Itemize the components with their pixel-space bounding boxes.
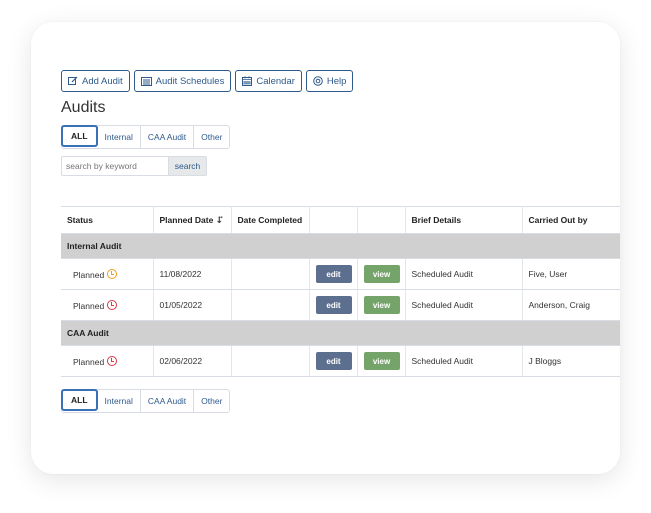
view-button[interactable]: view xyxy=(363,352,400,370)
view-cell: view xyxy=(357,258,406,290)
planned-date-cell: 01/05/2022 xyxy=(153,289,232,321)
carried-out-by-cell: Five, User xyxy=(522,258,620,290)
view-cell: view xyxy=(357,289,406,321)
planned-date-cell: 02/06/2022 xyxy=(153,345,232,377)
status-cell: Planned xyxy=(61,258,154,290)
add-audit-button[interactable]: Add Audit xyxy=(61,70,130,92)
help-label: Help xyxy=(326,75,347,87)
status-cell: Planned xyxy=(61,345,154,377)
date-completed-cell xyxy=(231,258,310,290)
search-button[interactable]: search xyxy=(168,156,207,176)
header-planned-date[interactable]: Planned Date ↓⃗ xyxy=(153,206,232,234)
help-icon xyxy=(313,76,323,86)
filter-tabs-bottom: ALL Internal CAA Audit Other xyxy=(61,389,231,413)
view-button[interactable]: view xyxy=(363,265,400,283)
clock-icon xyxy=(107,355,118,366)
date-completed-cell xyxy=(231,345,310,377)
search-input[interactable] xyxy=(61,156,168,176)
search-bar: search xyxy=(61,156,207,176)
header-brief-details[interactable]: Brief Details xyxy=(405,206,523,234)
details-cell: Scheduled Audit xyxy=(405,258,523,290)
page-title: Audits xyxy=(61,99,106,116)
filter-tabs-top: ALL Internal CAA Audit Other xyxy=(61,125,231,149)
audits-table: Status Planned Date ↓⃗ Date Completed Bri… xyxy=(61,206,620,377)
edit-button[interactable]: edit xyxy=(315,265,352,283)
details-cell: Scheduled Audit xyxy=(405,289,523,321)
calendar-button[interactable]: Calendar xyxy=(235,70,302,92)
filter-all[interactable]: ALL xyxy=(61,125,98,147)
header-planned-date-label: Planned Date xyxy=(159,214,214,225)
header-edit xyxy=(309,206,358,234)
group-row: Internal Audit xyxy=(61,233,620,259)
edit-icon xyxy=(68,76,78,86)
table-row: Planned 02/06/2022 edit view Scheduled A… xyxy=(61,345,620,377)
calendar-label: Calendar xyxy=(256,75,295,87)
planned-date-cell: 11/08/2022 xyxy=(153,258,232,290)
date-completed-cell xyxy=(231,289,310,321)
filter-other[interactable]: Other xyxy=(194,390,229,412)
carried-out-by-cell: Anderson, Craig xyxy=(522,289,620,321)
status-text: Planned xyxy=(73,269,105,280)
add-audit-label: Add Audit xyxy=(82,75,123,87)
help-button[interactable]: Help xyxy=(305,70,354,92)
view-button[interactable]: view xyxy=(363,296,400,314)
details-cell: Scheduled Audit xyxy=(405,345,523,377)
edit-button[interactable]: edit xyxy=(315,352,352,370)
group-label: Internal Audit xyxy=(61,233,620,259)
table-row: Planned 11/08/2022 edit view Scheduled A… xyxy=(61,258,620,290)
audits-card: Add Audit Audit Schedules Calendar Help … xyxy=(31,22,620,474)
filter-other[interactable]: Other xyxy=(194,126,229,148)
header-status[interactable]: Status xyxy=(61,206,154,234)
clock-icon xyxy=(107,268,118,279)
filter-caa-audit[interactable]: CAA Audit xyxy=(141,390,195,412)
status-cell: Planned xyxy=(61,289,154,321)
filter-internal[interactable]: Internal xyxy=(98,126,141,148)
status-text: Planned xyxy=(73,356,105,367)
edit-cell: edit xyxy=(309,345,358,377)
table-row: Planned 01/05/2022 edit view Scheduled A… xyxy=(61,289,620,321)
header-carried-out-by[interactable]: Carried Out by xyxy=(522,206,620,234)
sort-icon[interactable]: ↓⃗ xyxy=(215,215,223,225)
header-date-completed[interactable]: Date Completed xyxy=(231,206,310,234)
status-text: Planned xyxy=(73,300,105,311)
filter-all[interactable]: ALL xyxy=(61,389,98,411)
group-row: CAA Audit xyxy=(61,320,620,346)
filter-internal[interactable]: Internal xyxy=(98,390,141,412)
edit-cell: edit xyxy=(309,289,358,321)
clock-icon xyxy=(107,299,118,310)
group-label: CAA Audit xyxy=(61,320,620,346)
list-icon xyxy=(140,76,152,86)
audit-schedules-button[interactable]: Audit Schedules xyxy=(133,70,232,92)
edit-cell: edit xyxy=(309,258,358,290)
table-header-row: Status Planned Date ↓⃗ Date Completed Bri… xyxy=(61,206,620,234)
edit-button[interactable]: edit xyxy=(315,296,352,314)
view-cell: view xyxy=(357,345,406,377)
toolbar: Add Audit Audit Schedules Calendar Help xyxy=(61,70,354,92)
header-view xyxy=(357,206,406,234)
calendar-icon xyxy=(242,76,253,86)
filter-caa-audit[interactable]: CAA Audit xyxy=(141,126,195,148)
carried-out-by-cell: J Bloggs xyxy=(522,345,620,377)
audit-schedules-label: Audit Schedules xyxy=(155,75,225,87)
